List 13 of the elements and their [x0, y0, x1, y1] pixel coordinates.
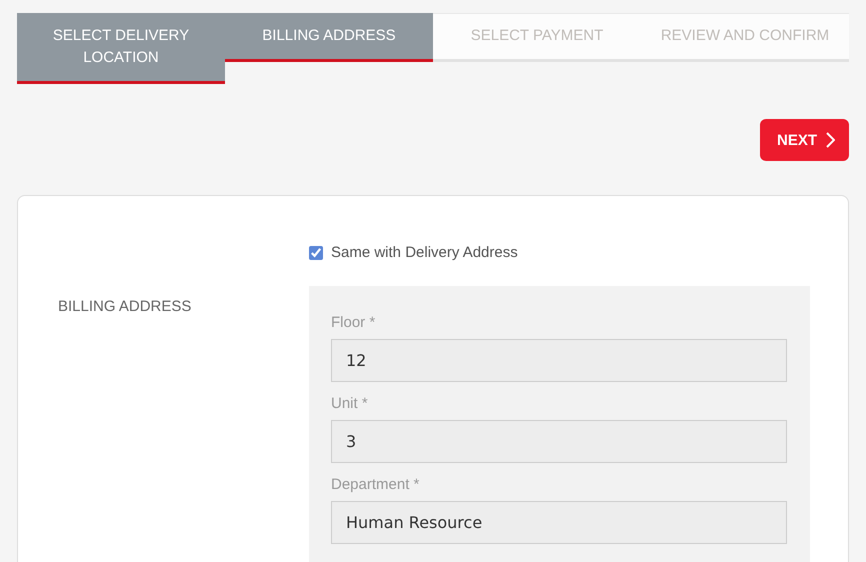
chevron-icon: [825, 132, 835, 148]
next-button[interactable]: NEXT: [760, 119, 849, 161]
step-tab[interactable]: SELECT DELIVERY LOCATION: [17, 13, 225, 84]
same-address-checkbox[interactable]: [309, 246, 323, 260]
input-field[interactable]: 3: [331, 420, 787, 463]
section-label: BILLING ADDRESS: [58, 298, 192, 315]
input-field[interactable]: 12: [331, 339, 787, 382]
field-label: Floor *: [331, 314, 376, 331]
field-label: Department *: [331, 476, 420, 493]
input-field[interactable]: Human Resource: [331, 501, 787, 544]
step-tab[interactable]: BILLING ADDRESS: [225, 13, 433, 62]
checkbox-label: Same with Delivery Address: [331, 244, 518, 261]
field-label: Unit *: [331, 395, 369, 412]
